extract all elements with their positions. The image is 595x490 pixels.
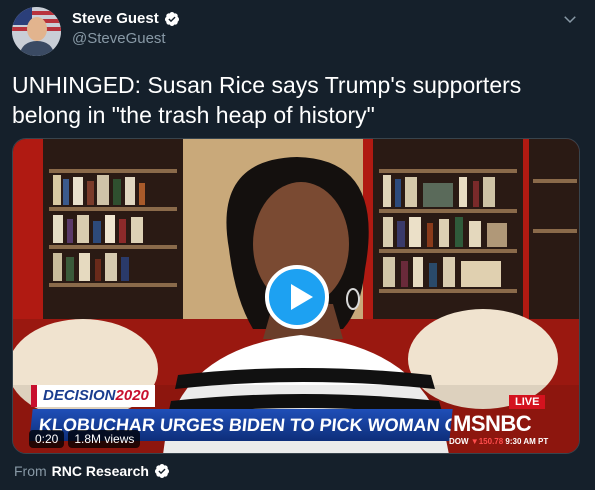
author-name-row[interactable]: Steve Guest — [72, 10, 180, 27]
play-icon — [291, 284, 313, 310]
avatar[interactable] — [12, 7, 61, 56]
live-badge: LIVE — [509, 395, 546, 409]
play-button[interactable] — [265, 265, 329, 329]
verified-badge-icon — [164, 11, 179, 26]
source-prefix: From — [14, 463, 47, 479]
video-player[interactable]: DECISION2020 KLOBUCHAR URGES BIDEN TO PI… — [12, 138, 580, 454]
decision-prefix: DECISION — [43, 387, 116, 404]
video-stats: 0:20 1.8M views — [29, 430, 141, 448]
source-name-link[interactable]: RNC Research — [52, 463, 149, 479]
ticker: DOW ▼150.78 9:30 AM PT — [449, 437, 548, 446]
video-views: 1.8M views — [68, 430, 141, 448]
video-elapsed: 0:20 — [29, 430, 65, 448]
ticker-index: DOW — [449, 437, 469, 446]
source-attribution: From RNC Research — [14, 463, 170, 479]
verified-badge-icon — [154, 464, 169, 478]
avatar-image — [12, 7, 61, 56]
network-logo: MSNBC — [453, 411, 532, 436]
ticker-change: ▼150.78 — [470, 437, 504, 446]
decision-banner: DECISION2020 — [31, 385, 155, 407]
decision-year: 2020 — [115, 387, 149, 404]
author-display-name[interactable]: Steve Guest — [72, 10, 159, 27]
ticker-time: 9:30 AM PT — [505, 437, 549, 446]
author-handle[interactable]: @SteveGuest — [72, 30, 166, 47]
tweet-text: UNHINGED: Susan Rice says Trump's suppor… — [12, 72, 522, 128]
chevron-down-icon[interactable] — [561, 10, 579, 28]
